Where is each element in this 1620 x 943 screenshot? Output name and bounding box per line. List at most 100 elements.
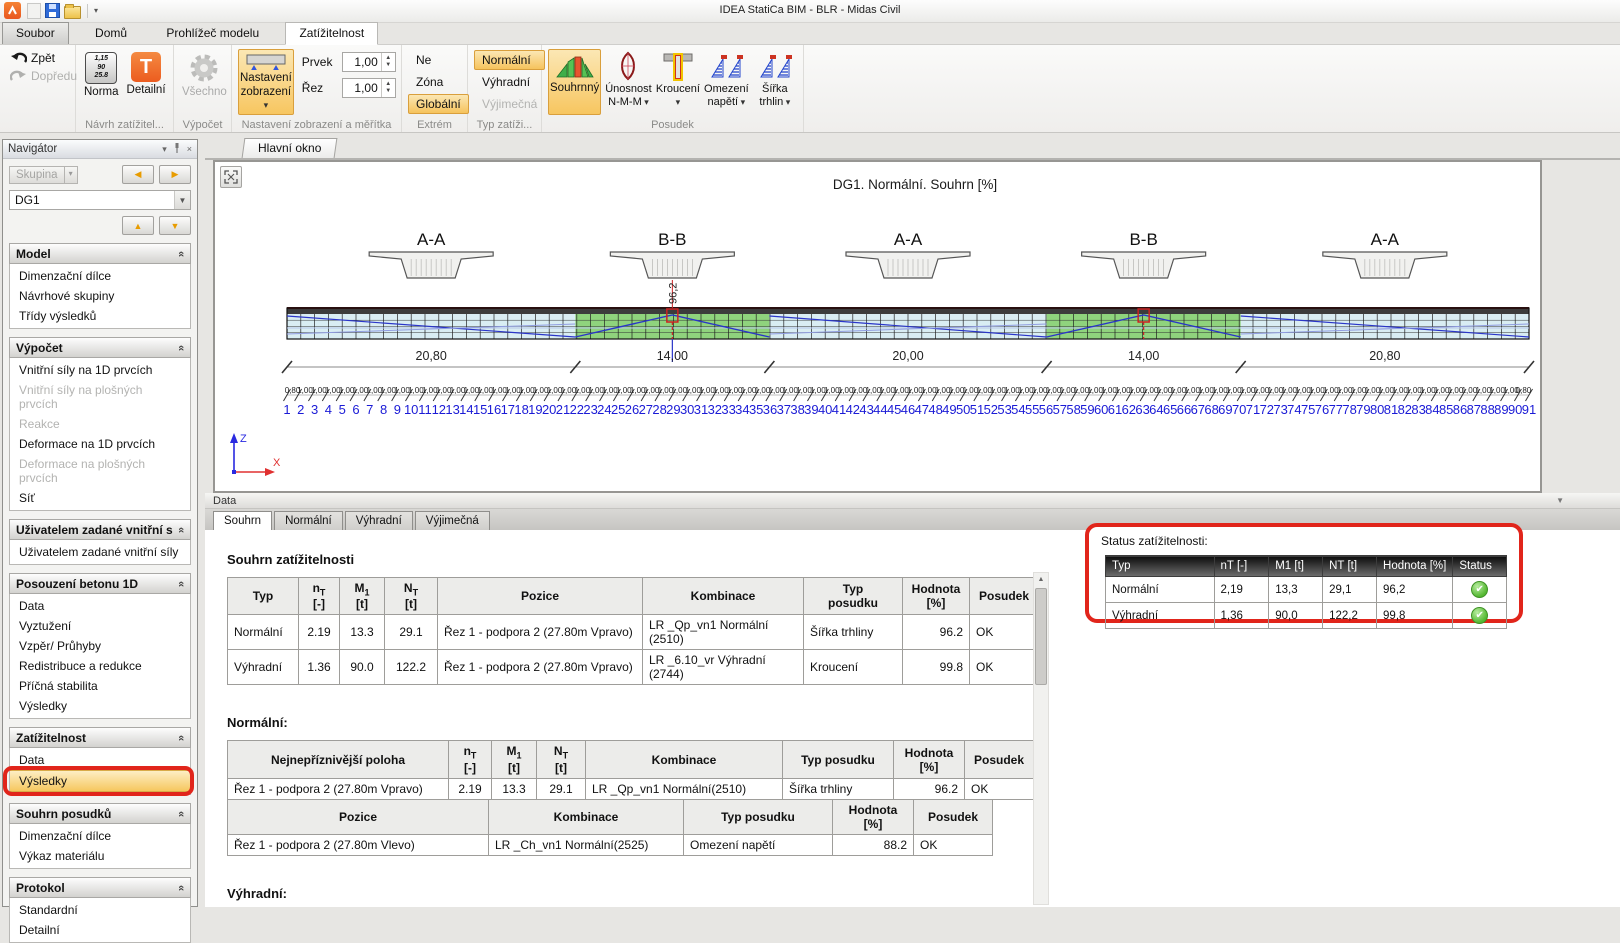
close-panel-icon[interactable]: ×	[187, 144, 192, 154]
omezeni-napeti-button[interactable]: Omezení napětí	[704, 49, 749, 111]
krouceni-button[interactable]: Kroucení	[656, 49, 700, 111]
next-group-button[interactable]: ▶	[159, 165, 191, 184]
panel-menu-icon[interactable]: ▾	[162, 144, 167, 155]
unosnost-nmm-button[interactable]: Únosnost N-M-M	[605, 49, 651, 111]
nav-item-redistribuce-a-redukce[interactable]: Redistribuce a redukce	[10, 656, 190, 676]
nav-item-dimenza-n-d-lce[interactable]: Dimenzační dílce	[10, 826, 190, 846]
element-number: 2	[297, 402, 304, 417]
group-label: Nastavení zobrazení a měřítka	[232, 119, 401, 131]
tab-zatizitelnost[interactable]: Zatížitelnost	[285, 22, 378, 45]
nav-section-header[interactable]: Výpočet«	[9, 337, 191, 358]
extrem-globalni-option[interactable]: Globální	[408, 94, 469, 114]
model-viewport[interactable]: DG1. Normální. Souhrn [%]A-AB-BA-AB-BA-A…	[213, 160, 1542, 493]
nav-item-s-[interactable]: Síť	[10, 488, 190, 508]
vertical-scrollbar[interactable]: ▲	[1033, 572, 1049, 905]
group-label: Návrh zatížitel...	[76, 119, 173, 131]
pin-icon[interactable]	[173, 143, 181, 155]
nav-item-vyztu-en-[interactable]: Vyztužení	[10, 616, 190, 636]
table-row: Výhradní1,3690,0122,299,8✔	[1106, 603, 1507, 629]
prvek-scale-spinner[interactable]: 1,00 ▲▼	[342, 52, 396, 72]
navigator-panel: Navigátor ▾ × Skupina ▾ ◀ ▶ DG1 ▼ ▲ ▼	[2, 139, 198, 907]
cell: 96,2	[1377, 577, 1453, 603]
fit-view-button[interactable]	[220, 166, 242, 188]
element-number: 71	[1246, 402, 1260, 417]
column-header: nT[-]	[449, 741, 492, 778]
collapse-chevron-icon[interactable]: «	[175, 580, 187, 586]
element-number: 17	[501, 402, 515, 417]
tab-normalni[interactable]: Normální	[274, 511, 343, 530]
redo-icon	[10, 70, 27, 82]
tab-vyjimecna[interactable]: Výjimečná	[415, 511, 490, 530]
nav-section-header[interactable]: Posouzení betonu 1D«	[9, 573, 191, 594]
collapse-panel-icon[interactable]: ▼	[1556, 496, 1564, 505]
spinner-arrows-icon[interactable]: ▲▼	[381, 79, 395, 97]
nav-item-v-kaz-materi-lu[interactable]: Výkaz materiálu	[10, 846, 190, 866]
dropdown-arrow-icon[interactable]: ▼	[174, 191, 190, 209]
nav-item-u-ivatelem-zadan-vnit-n-s-ly[interactable]: Uživatelem zadané vnitřní síly	[10, 542, 190, 562]
nav-item-vnit-n-s-ly-na-1d-prvc-ch[interactable]: Vnitřní síly na 1D prvcích	[10, 360, 190, 380]
nav-section-header[interactable]: Zatížitelnost«	[9, 727, 191, 748]
design-group-combobox[interactable]: DG1 ▼	[9, 190, 191, 210]
nav-section-header[interactable]: Model«	[9, 243, 191, 264]
ok-status-icon: ✔	[1471, 607, 1488, 624]
collapse-chevron-icon[interactable]: «	[175, 250, 187, 256]
detailni-button[interactable]: T Detailní	[125, 49, 168, 100]
element-number: 13	[445, 402, 459, 417]
nav-item-p-n-stabilita[interactable]: Příčná stabilita	[10, 676, 190, 696]
span-length-label: 20,80	[1369, 349, 1400, 363]
previous-item-button[interactable]: ▲	[122, 216, 154, 235]
element-number: 25	[611, 402, 625, 417]
undo-button[interactable]: Zpět	[6, 49, 59, 67]
scrollbar-thumb[interactable]	[1035, 588, 1047, 685]
collapse-chevron-icon[interactable]: «	[175, 526, 187, 532]
tab-hlavni-okno[interactable]: Hlavní okno	[242, 138, 338, 158]
tab-vyhradni[interactable]: Výhradní	[345, 511, 413, 530]
nav-item-t-dy-v-sledk-[interactable]: Třídy výsledků	[10, 306, 190, 326]
scroll-up-icon[interactable]: ▲	[1034, 573, 1048, 586]
nav-item-list: Vnitřní síly na 1D prvcíchVnitřní síly n…	[9, 358, 191, 511]
previous-group-button[interactable]: ◀	[122, 165, 154, 184]
nav-item-vzp-r-pr-hyby[interactable]: Vzpěr/ Průhyby	[10, 636, 190, 656]
souhrnny-button[interactable]: Souhrnný	[548, 49, 601, 115]
nastaveni-zobrazeni-button[interactable]: Nastavení zobrazení	[238, 49, 294, 115]
nav-item-data[interactable]: Data	[10, 596, 190, 616]
nav-item-deformace-na-1d-prvc-ch[interactable]: Deformace na 1D prvcích	[10, 434, 190, 454]
spinner-arrows-icon[interactable]: ▲▼	[381, 53, 395, 71]
nav-section-header[interactable]: Protokol«	[9, 877, 191, 898]
collapse-chevron-icon[interactable]: «	[175, 344, 187, 350]
nav-section-header[interactable]: Uživatelem zadané vnitřní s«	[9, 519, 191, 540]
tab-domu[interactable]: Domů	[82, 23, 140, 44]
sirka-trhlin-button[interactable]: Šířka trhlin	[753, 49, 797, 111]
column-header: M1[t]	[340, 578, 385, 615]
ribbon-group-nastaveni: Nastavení zobrazení Prvek 1,00 ▲▼ Řez 1,…	[232, 45, 402, 132]
collapse-chevron-icon[interactable]: «	[175, 734, 187, 740]
cell: OK	[970, 615, 1039, 650]
nav-item-data[interactable]: Data	[10, 750, 190, 770]
collapse-chevron-icon[interactable]: «	[175, 884, 187, 890]
cell: 2.19	[449, 778, 492, 799]
element-number: 44	[873, 402, 887, 417]
nav-item-list: DataVyztuženíVzpěr/ PrůhybyRedistribuce …	[9, 594, 191, 719]
tab-soubor[interactable]: Soubor	[2, 22, 69, 45]
collapse-chevron-icon[interactable]: «	[175, 810, 187, 816]
tab-souhrn[interactable]: Souhrn	[213, 511, 272, 531]
nav-item-n-vrhov-skupiny[interactable]: Návrhové skupiny	[10, 286, 190, 306]
norma-button[interactable]: 1,15 90 25.8 Norma	[82, 49, 121, 102]
cell: 88.2	[833, 834, 914, 855]
typ-normalni-option[interactable]: Normální	[474, 50, 545, 70]
extrem-zona-option[interactable]: Zóna	[408, 72, 469, 92]
nav-item-detailn-[interactable]: Detailní	[10, 920, 190, 940]
rez-scale-spinner[interactable]: 1,00 ▲▼	[342, 78, 396, 98]
navigator-controls: Skupina ▾ ◀ ▶ DG1 ▼ ▲ ▼	[3, 159, 197, 235]
nav-section-header[interactable]: Souhrn posudků«	[9, 803, 191, 824]
nav-item-standardn-[interactable]: Standardní	[10, 900, 190, 920]
tab-prohlizec-modelu[interactable]: Prohlížeč modelu	[153, 23, 272, 44]
typ-vyhradni-option[interactable]: Výhradní	[474, 72, 545, 92]
next-item-button[interactable]: ▼	[159, 216, 191, 235]
nav-item-dimenza-n-d-lce[interactable]: Dimenzační dílce	[10, 266, 190, 286]
extrem-ne-option[interactable]: Ne	[408, 50, 469, 70]
nav-item-v-sledky[interactable]: Výsledky	[10, 696, 190, 716]
element-number: 6	[352, 402, 359, 417]
status-title: Status zatížitelnosti:	[1101, 534, 1507, 548]
nav-item-v-sledky[interactable]: Výsledky	[10, 770, 190, 792]
